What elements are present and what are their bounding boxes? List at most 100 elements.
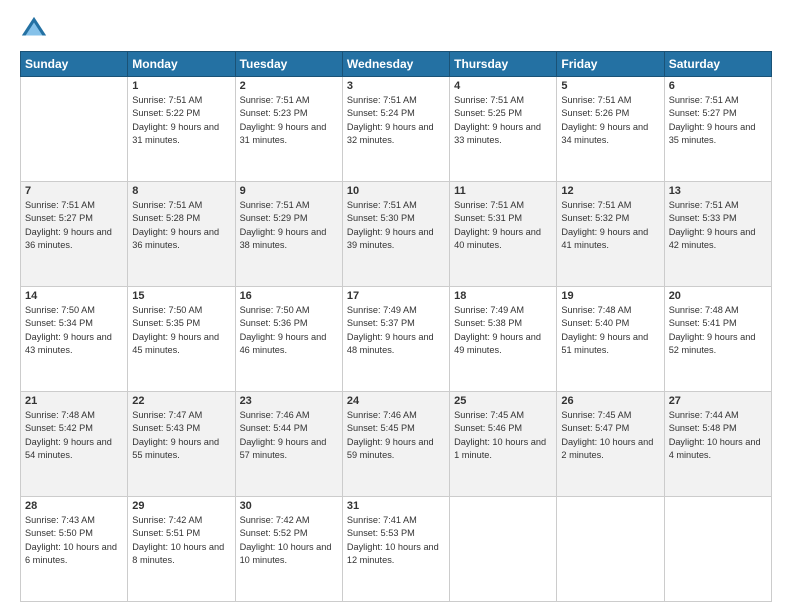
day-number: 30 [240, 500, 338, 512]
calendar-cell: 25 Sunrise: 7:45 AMSunset: 5:46 PMDayligh… [450, 392, 557, 497]
calendar-header-monday: Monday [128, 52, 235, 77]
calendar-header-tuesday: Tuesday [235, 52, 342, 77]
day-number: 10 [347, 185, 445, 197]
calendar-cell: 12 Sunrise: 7:51 AMSunset: 5:32 PMDayligh… [557, 182, 664, 287]
day-detail: Sunrise: 7:48 AMSunset: 5:40 PMDaylight:… [561, 304, 659, 357]
day-detail: Sunrise: 7:51 AMSunset: 5:28 PMDaylight:… [132, 199, 230, 252]
day-number: 8 [132, 185, 230, 197]
day-number: 3 [347, 80, 445, 92]
day-number: 20 [669, 290, 767, 302]
calendar-cell: 29 Sunrise: 7:42 AMSunset: 5:51 PMDayligh… [128, 497, 235, 602]
calendar-cell [557, 497, 664, 602]
calendar-cell: 14 Sunrise: 7:50 AMSunset: 5:34 PMDayligh… [21, 287, 128, 392]
day-number: 23 [240, 395, 338, 407]
day-detail: Sunrise: 7:46 AMSunset: 5:44 PMDaylight:… [240, 409, 338, 462]
day-number: 13 [669, 185, 767, 197]
day-detail: Sunrise: 7:51 AMSunset: 5:23 PMDaylight:… [240, 94, 338, 147]
calendar-header-sunday: Sunday [21, 52, 128, 77]
day-detail: Sunrise: 7:51 AMSunset: 5:29 PMDaylight:… [240, 199, 338, 252]
calendar-cell: 23 Sunrise: 7:46 AMSunset: 5:44 PMDayligh… [235, 392, 342, 497]
day-detail: Sunrise: 7:51 AMSunset: 5:30 PMDaylight:… [347, 199, 445, 252]
day-detail: Sunrise: 7:45 AMSunset: 5:47 PMDaylight:… [561, 409, 659, 462]
day-detail: Sunrise: 7:51 AMSunset: 5:32 PMDaylight:… [561, 199, 659, 252]
day-number: 31 [347, 500, 445, 512]
calendar-cell: 3Sunrise: 7:51 AMSunset: 5:24 PMDaylight… [342, 77, 449, 182]
day-number: 27 [669, 395, 767, 407]
day-number: 21 [25, 395, 123, 407]
day-number: 4 [454, 80, 552, 92]
day-number: 9 [240, 185, 338, 197]
day-number: 5 [561, 80, 659, 92]
calendar-cell [450, 497, 557, 602]
page: SundayMondayTuesdayWednesdayThursdayFrid… [0, 0, 792, 612]
day-number: 19 [561, 290, 659, 302]
calendar-header-saturday: Saturday [664, 52, 771, 77]
day-detail: Sunrise: 7:42 AMSunset: 5:52 PMDaylight:… [240, 514, 338, 567]
day-number: 15 [132, 290, 230, 302]
calendar-cell: 20 Sunrise: 7:48 AMSunset: 5:41 PMDayligh… [664, 287, 771, 392]
day-detail: Sunrise: 7:46 AMSunset: 5:45 PMDaylight:… [347, 409, 445, 462]
day-detail: Sunrise: 7:51 AMSunset: 5:27 PMDaylight:… [25, 199, 123, 252]
day-number: 11 [454, 185, 552, 197]
day-detail: Sunrise: 7:51 AMSunset: 5:25 PMDaylight:… [454, 94, 552, 147]
day-detail: Sunrise: 7:51 AMSunset: 5:22 PMDaylight:… [132, 94, 230, 147]
day-number: 12 [561, 185, 659, 197]
calendar-cell: 1 Sunrise: 7:51 AMSunset: 5:22 PMDaylight… [128, 77, 235, 182]
calendar-cell: 16 Sunrise: 7:50 AMSunset: 5:36 PMDayligh… [235, 287, 342, 392]
calendar-cell: 27 Sunrise: 7:44 AMSunset: 5:48 PMDayligh… [664, 392, 771, 497]
calendar-cell: 22 Sunrise: 7:47 AMSunset: 5:43 PMDayligh… [128, 392, 235, 497]
calendar-week-4: 21Sunrise: 7:48 AMSunset: 5:42 PMDayligh… [21, 392, 772, 497]
day-number: 6 [669, 80, 767, 92]
calendar-cell: 28Sunrise: 7:43 AMSunset: 5:50 PMDayligh… [21, 497, 128, 602]
header [20, 15, 772, 43]
calendar-header-thursday: Thursday [450, 52, 557, 77]
calendar-week-3: 14 Sunrise: 7:50 AMSunset: 5:34 PMDayligh… [21, 287, 772, 392]
day-detail: Sunrise: 7:50 AMSunset: 5:34 PMDaylight:… [25, 304, 123, 357]
day-number: 24 [347, 395, 445, 407]
day-detail: Sunrise: 7:51 AMSunset: 5:33 PMDaylight:… [669, 199, 767, 252]
day-detail: Sunrise: 7:42 AMSunset: 5:51 PMDaylight:… [132, 514, 230, 567]
day-detail: Sunrise: 7:51 AMSunset: 5:27 PMDaylight:… [669, 94, 767, 147]
day-detail: Sunrise: 7:50 AMSunset: 5:35 PMDaylight:… [132, 304, 230, 357]
calendar-cell: 17Sunrise: 7:49 AMSunset: 5:37 PMDayligh… [342, 287, 449, 392]
day-detail: Sunrise: 7:41 AMSunset: 5:53 PMDaylight:… [347, 514, 445, 567]
calendar-week-5: 28Sunrise: 7:43 AMSunset: 5:50 PMDayligh… [21, 497, 772, 602]
day-detail: Sunrise: 7:47 AMSunset: 5:43 PMDaylight:… [132, 409, 230, 462]
day-detail: Sunrise: 7:50 AMSunset: 5:36 PMDaylight:… [240, 304, 338, 357]
calendar-week-1: 1 Sunrise: 7:51 AMSunset: 5:22 PMDaylight… [21, 77, 772, 182]
day-detail: Sunrise: 7:49 AMSunset: 5:38 PMDaylight:… [454, 304, 552, 357]
calendar-header-row: SundayMondayTuesdayWednesdayThursdayFrid… [21, 52, 772, 77]
day-number: 2 [240, 80, 338, 92]
day-detail: Sunrise: 7:45 AMSunset: 5:46 PMDaylight:… [454, 409, 552, 462]
calendar-cell: 19 Sunrise: 7:48 AMSunset: 5:40 PMDayligh… [557, 287, 664, 392]
calendar-cell: 7Sunrise: 7:51 AMSunset: 5:27 PMDaylight… [21, 182, 128, 287]
calendar-week-2: 7Sunrise: 7:51 AMSunset: 5:27 PMDaylight… [21, 182, 772, 287]
calendar-cell: 10 Sunrise: 7:51 AMSunset: 5:30 PMDayligh… [342, 182, 449, 287]
calendar-cell: 8 Sunrise: 7:51 AMSunset: 5:28 PMDaylight… [128, 182, 235, 287]
day-number: 29 [132, 500, 230, 512]
day-number: 14 [25, 290, 123, 302]
day-detail: Sunrise: 7:48 AMSunset: 5:41 PMDaylight:… [669, 304, 767, 357]
logo-icon [20, 15, 48, 43]
calendar-cell [21, 77, 128, 182]
calendar-header-wednesday: Wednesday [342, 52, 449, 77]
calendar-cell: 5 Sunrise: 7:51 AMSunset: 5:26 PMDaylight… [557, 77, 664, 182]
day-number: 26 [561, 395, 659, 407]
calendar-cell: 31 Sunrise: 7:41 AMSunset: 5:53 PMDayligh… [342, 497, 449, 602]
day-detail: Sunrise: 7:43 AMSunset: 5:50 PMDaylight:… [25, 514, 123, 567]
calendar-cell: 18 Sunrise: 7:49 AMSunset: 5:38 PMDayligh… [450, 287, 557, 392]
day-number: 1 [132, 80, 230, 92]
day-number: 25 [454, 395, 552, 407]
calendar-cell [664, 497, 771, 602]
day-detail: Sunrise: 7:51 AMSunset: 5:31 PMDaylight:… [454, 199, 552, 252]
day-detail: Sunrise: 7:51 AMSunset: 5:26 PMDaylight:… [561, 94, 659, 147]
calendar-cell: 24 Sunrise: 7:46 AMSunset: 5:45 PMDayligh… [342, 392, 449, 497]
calendar-cell: 4 Sunrise: 7:51 AMSunset: 5:25 PMDaylight… [450, 77, 557, 182]
day-number: 16 [240, 290, 338, 302]
calendar-cell: 21Sunrise: 7:48 AMSunset: 5:42 PMDayligh… [21, 392, 128, 497]
day-detail: Sunrise: 7:44 AMSunset: 5:48 PMDaylight:… [669, 409, 767, 462]
calendar-cell: 15 Sunrise: 7:50 AMSunset: 5:35 PMDayligh… [128, 287, 235, 392]
day-number: 22 [132, 395, 230, 407]
calendar-header-friday: Friday [557, 52, 664, 77]
day-number: 18 [454, 290, 552, 302]
